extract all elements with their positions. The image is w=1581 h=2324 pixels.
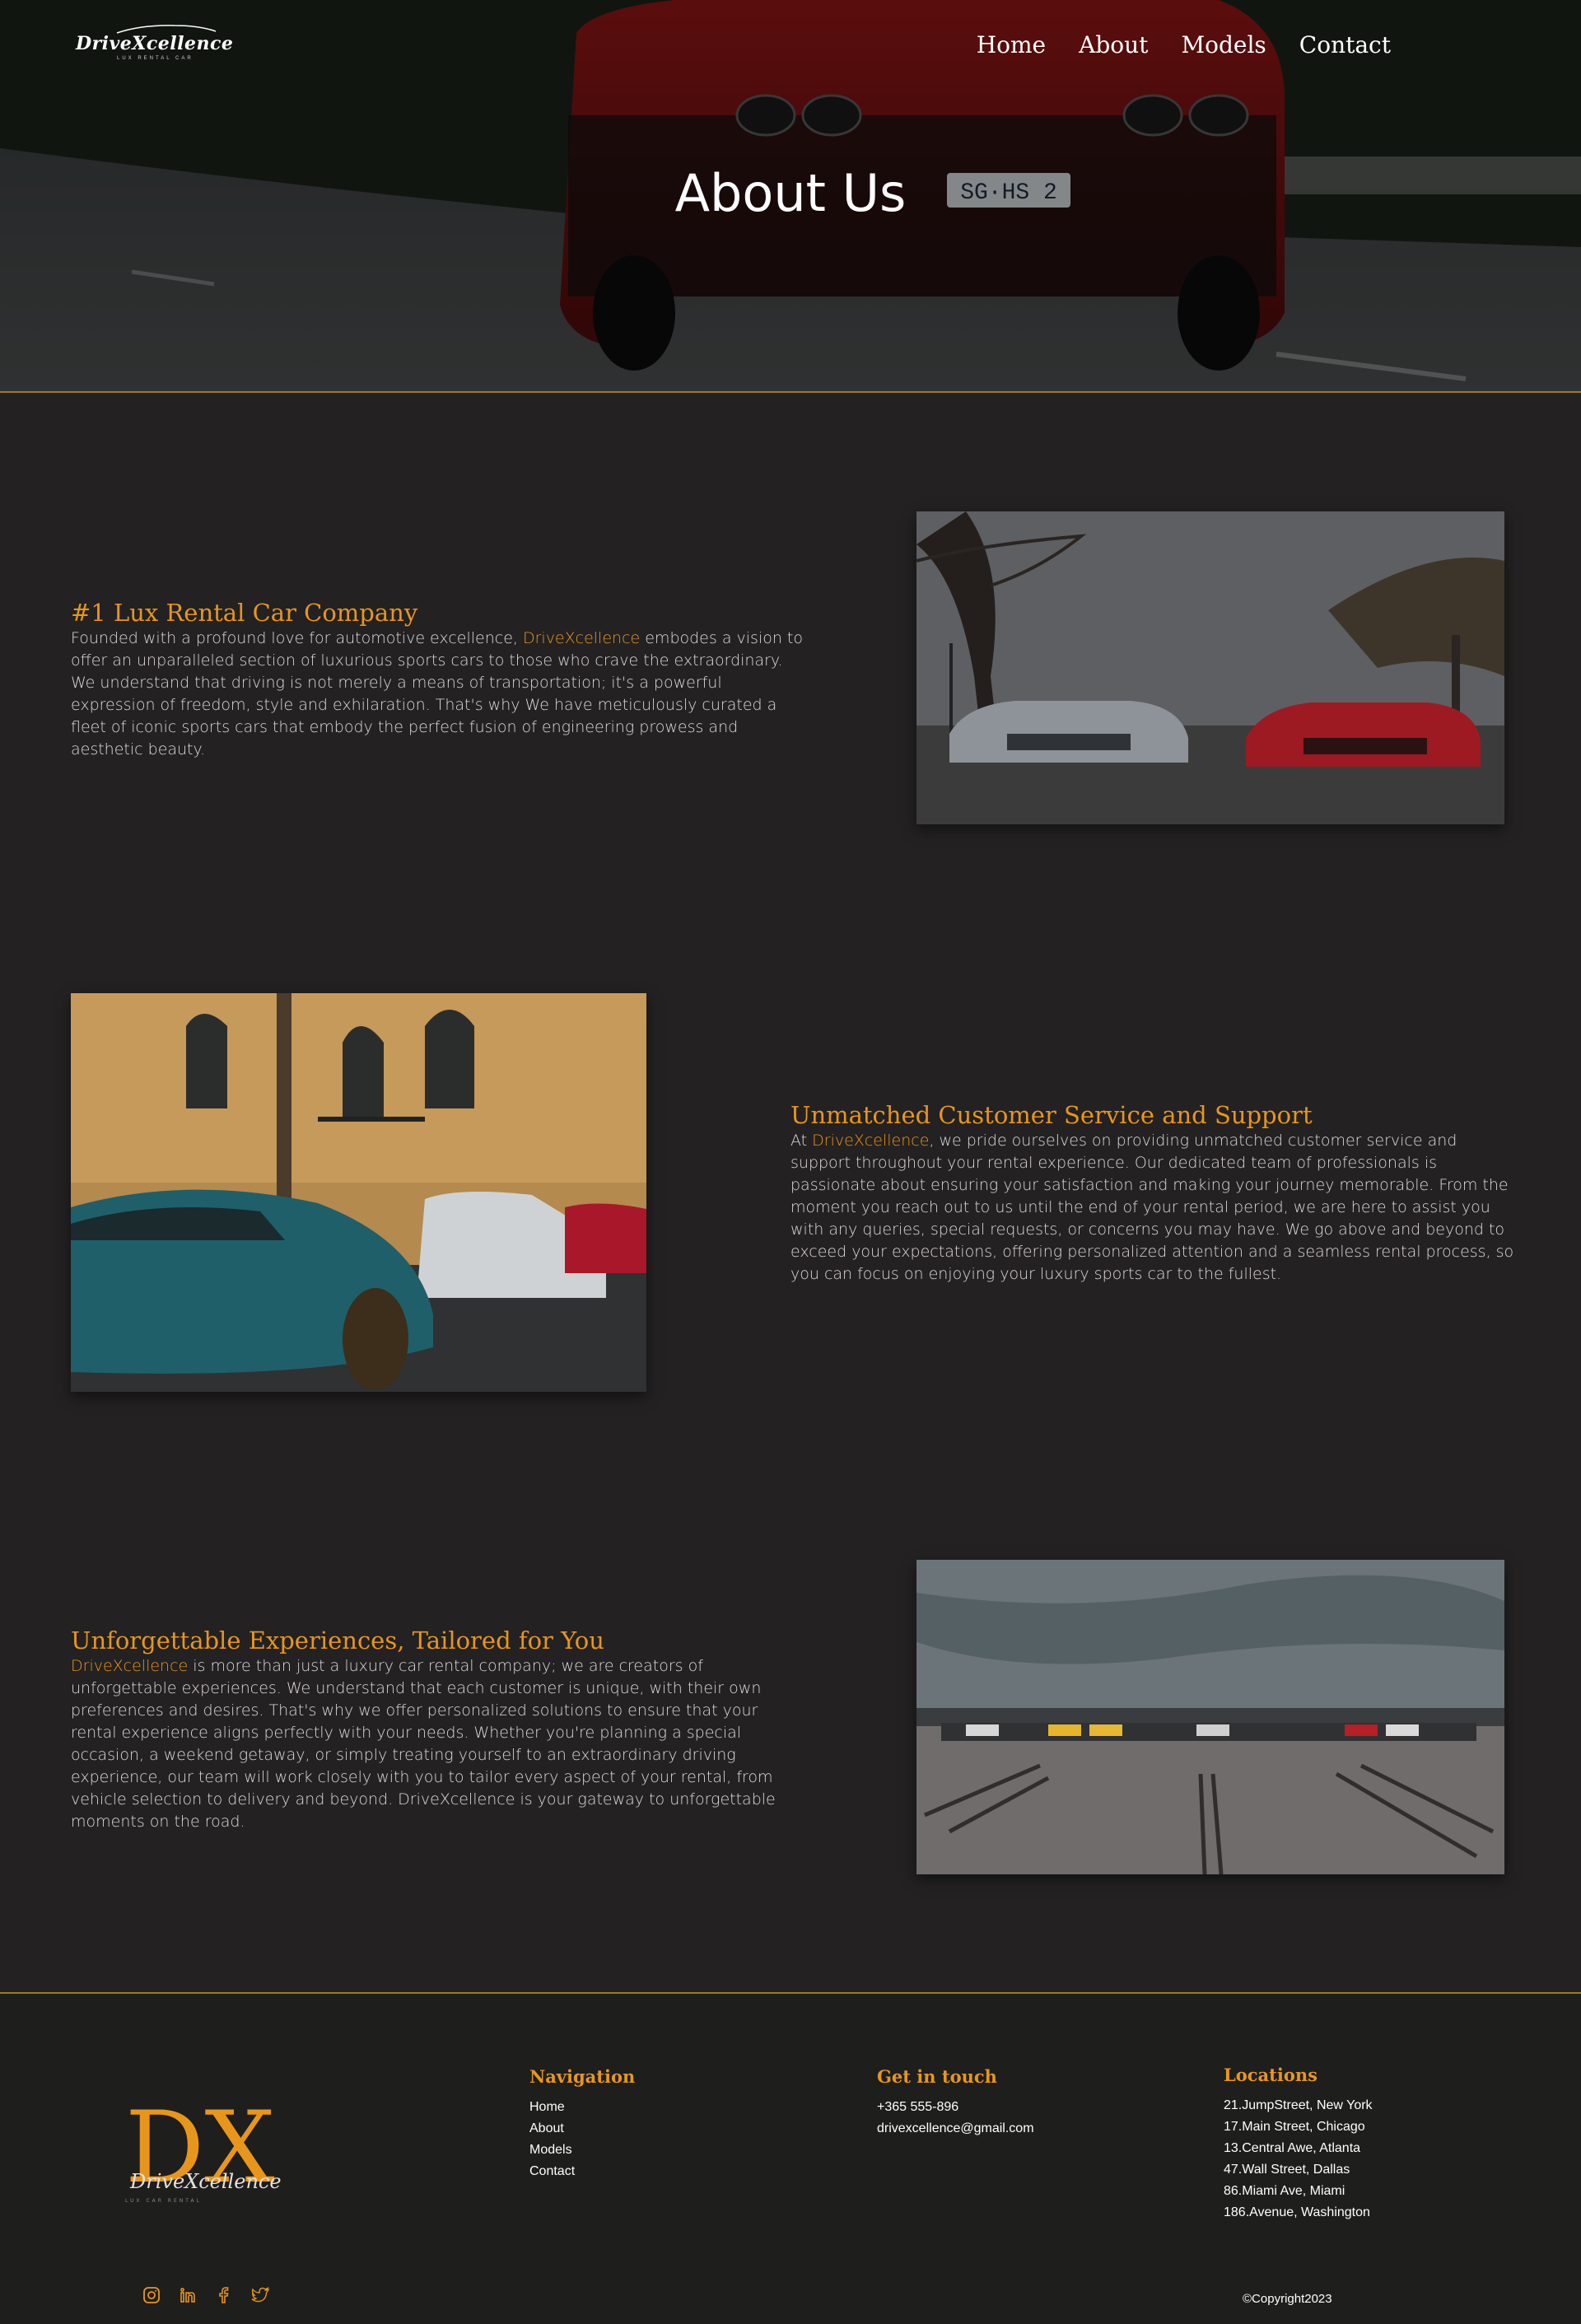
footer-navigation: Navigation Home About Models Contact bbox=[529, 2066, 635, 2182]
footer-locations-title: Locations bbox=[1224, 2065, 1318, 2085]
brand-highlight: DriveXcellence bbox=[812, 1132, 930, 1150]
brand-highlight: DriveXcellence bbox=[71, 1657, 189, 1675]
location-item: 13.Central Awe, Atlanta bbox=[1224, 2141, 1361, 2155]
brand-name: DriveXcellence bbox=[76, 33, 234, 54]
location-item: 17.Main Street, Chicago bbox=[1224, 2120, 1365, 2134]
section-paragraph: At DriveXcellence, we pride ourselves on… bbox=[790, 1130, 1515, 1286]
hero-banner: SG·HS 2 DriveXcellence LUX RENTAL CAR Ho… bbox=[0, 0, 1581, 393]
logo-wordmark: DriveXcellence bbox=[129, 2170, 282, 2193]
footer-logo[interactable]: DX DriveXcellence LUX CAR RENTAL bbox=[125, 2091, 282, 2223]
section-heading: Unforgettable Experiences, Tailored for … bbox=[71, 1626, 604, 1654]
footer-contact-title: Get in touch bbox=[877, 2066, 997, 2087]
instagram-icon[interactable] bbox=[142, 2285, 161, 2305]
contact-email[interactable]: drivexcellence@gmail.com bbox=[877, 2118, 1034, 2140]
location-item: 47.Wall Street, Dallas bbox=[1224, 2163, 1350, 2177]
brand-highlight: DriveXcellence bbox=[522, 629, 641, 647]
footer-link-home[interactable]: Home bbox=[529, 2100, 565, 2114]
nav-contact-link[interactable]: Contact bbox=[1299, 31, 1391, 58]
brand-logo[interactable]: DriveXcellence LUX RENTAL CAR bbox=[76, 23, 265, 66]
site-footer: DX DriveXcellence LUX CAR RENTAL Navigat… bbox=[0, 1992, 1581, 2324]
nav-about-link[interactable]: About bbox=[1079, 31, 1148, 58]
section-heading: Unmatched Customer Service and Support bbox=[790, 1101, 1313, 1129]
about-section-experiences: Unforgettable Experiences, Tailored for … bbox=[71, 1626, 804, 1833]
paragraph-text: Founded with a profound love for automot… bbox=[71, 629, 523, 647]
location-item: 21.JumpStreet, New York bbox=[1224, 2098, 1373, 2112]
photo-parking-lot-fleet bbox=[916, 1560, 1504, 1874]
footer-link-about[interactable]: About bbox=[529, 2121, 564, 2135]
page-title: About Us bbox=[674, 163, 907, 223]
footer-contact: Get in touch +365 555-896 drivexcellence… bbox=[877, 2066, 1034, 2140]
paragraph-text: is more than just a luxury car rental co… bbox=[71, 1657, 776, 1831]
copyright-text: ©Copyright2023 bbox=[1243, 2292, 1332, 2306]
photo-teal-supercar bbox=[71, 993, 646, 1392]
section-paragraph: Founded with a profound love for automot… bbox=[71, 628, 804, 761]
footer-locations: Locations 21.JumpStreet, New York 17.Mai… bbox=[1224, 2065, 1373, 2224]
footer-link-models[interactable]: Models bbox=[529, 2143, 572, 2157]
about-section-service: Unmatched Customer Service and Support A… bbox=[790, 1100, 1515, 1286]
about-section-company: #1 Lux Rental Car Company Founded with a… bbox=[71, 598, 804, 761]
paragraph-text: , we pride ourselves on providing unmatc… bbox=[790, 1132, 1514, 1283]
nav-home-link[interactable]: Home bbox=[977, 31, 1046, 58]
footer-nav-title: Navigation bbox=[529, 2066, 636, 2087]
twitter-icon[interactable] bbox=[250, 2285, 270, 2305]
brand-tagline: LUX RENTAL CAR bbox=[117, 56, 194, 61]
photo-two-sports-cars bbox=[916, 511, 1504, 824]
nav-models-link[interactable]: Models bbox=[1181, 31, 1266, 58]
social-links bbox=[142, 2285, 270, 2305]
logo-subtitle: LUX CAR RENTAL bbox=[125, 2198, 202, 2204]
contact-phone[interactable]: +365 555-896 bbox=[877, 2097, 1034, 2118]
facebook-icon[interactable] bbox=[214, 2285, 234, 2305]
nav-links: Home About Models Contact bbox=[977, 31, 1391, 58]
paragraph-text: embodes a vision to offer an unparallele… bbox=[71, 629, 803, 758]
location-item: 86.Miami Ave, Miami bbox=[1224, 2184, 1345, 2198]
section-paragraph: DriveXcellence is more than just a luxur… bbox=[71, 1655, 804, 1833]
linkedin-icon[interactable] bbox=[178, 2285, 198, 2305]
footer-link-contact[interactable]: Contact bbox=[529, 2164, 575, 2178]
location-item: 186.Avenue, Washington bbox=[1224, 2205, 1370, 2219]
paragraph-text: At bbox=[790, 1132, 813, 1150]
top-navigation: DriveXcellence LUX RENTAL CAR Home About… bbox=[0, 0, 1581, 91]
section-heading: #1 Lux Rental Car Company bbox=[71, 599, 418, 627]
